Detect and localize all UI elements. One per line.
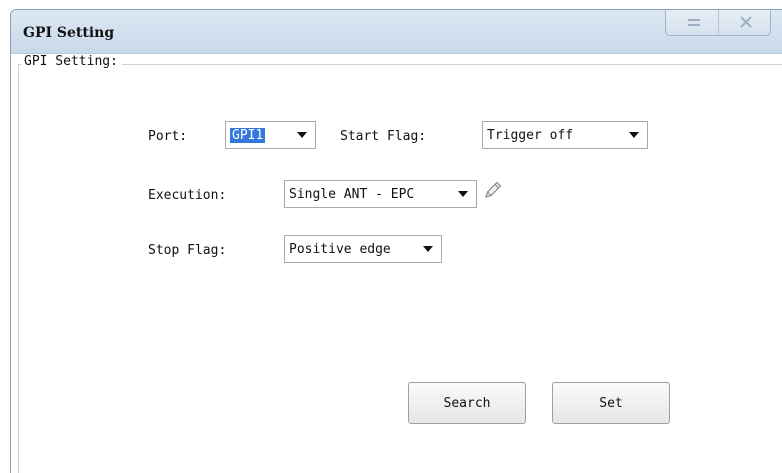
window-title: GPI Setting bbox=[23, 25, 115, 41]
start-flag-value: Trigger off bbox=[487, 127, 574, 143]
window-controls bbox=[665, 10, 771, 36]
group-label: GPI Setting: bbox=[22, 54, 122, 69]
group-border-left bbox=[18, 64, 19, 473]
search-button[interactable]: Search bbox=[408, 382, 526, 424]
start-flag-label: Start Flag: bbox=[340, 129, 427, 144]
title-bar: GPI Setting bbox=[11, 10, 782, 54]
chevron-down-icon bbox=[458, 191, 468, 197]
chevron-down-icon bbox=[297, 132, 307, 138]
chevron-down-icon bbox=[423, 246, 433, 252]
stop-flag-select[interactable]: Positive edge bbox=[284, 235, 442, 263]
port-label: Port: bbox=[148, 129, 188, 144]
minimize-button[interactable] bbox=[666, 10, 718, 35]
port-value: GPI1 bbox=[230, 127, 266, 143]
stop-flag-value: Positive edge bbox=[289, 241, 391, 257]
start-flag-select[interactable]: Trigger off bbox=[482, 121, 648, 149]
close-button[interactable] bbox=[717, 10, 771, 35]
stop-flag-label: Stop Flag: bbox=[148, 243, 227, 258]
pencil-icon[interactable] bbox=[482, 179, 504, 201]
execution-select[interactable]: Single ANT - EPC bbox=[284, 180, 477, 208]
set-button[interactable]: Set bbox=[552, 382, 670, 424]
execution-value: Single ANT - EPC bbox=[289, 186, 415, 202]
chevron-down-icon bbox=[629, 132, 639, 138]
execution-label: Execution: bbox=[148, 188, 227, 203]
port-select[interactable]: GPI1 bbox=[225, 121, 316, 149]
close-icon bbox=[739, 15, 753, 29]
group-border bbox=[18, 64, 782, 65]
minimize-icon bbox=[688, 19, 700, 26]
